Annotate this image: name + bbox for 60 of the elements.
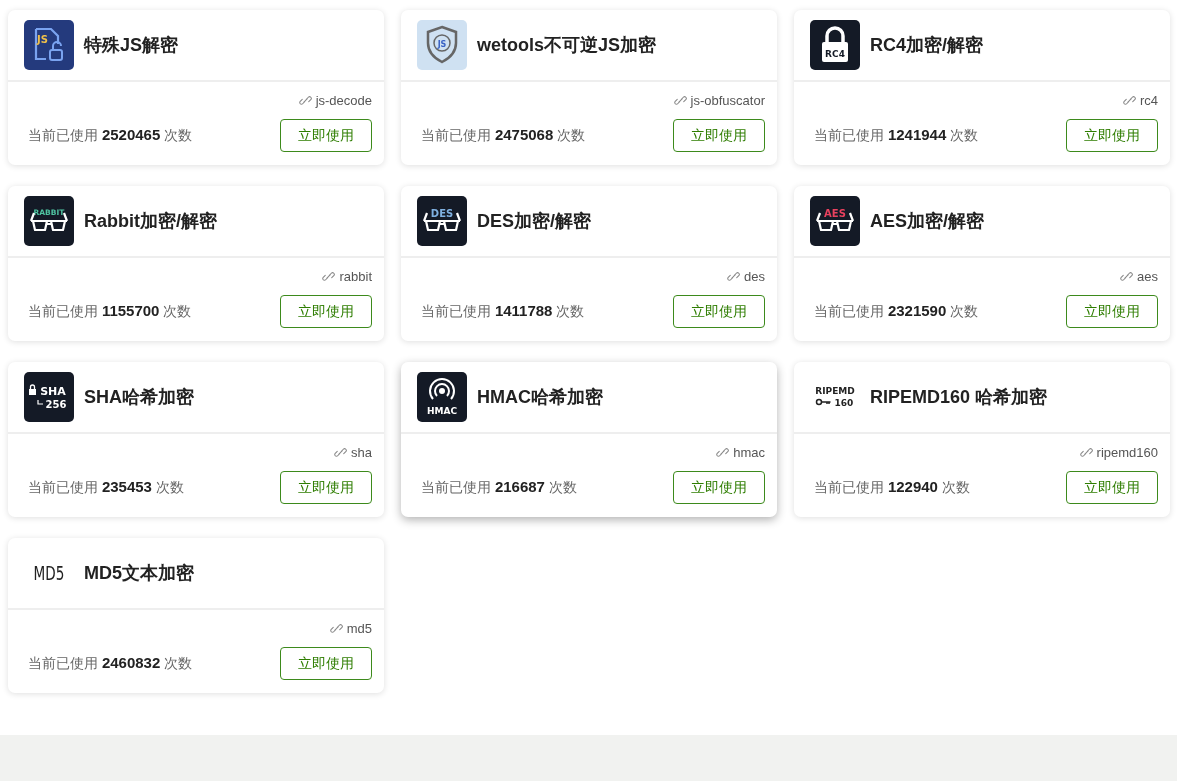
tool-slug: ripemd160 (1096, 444, 1158, 460)
tool-title: DES加密/解密 (477, 210, 591, 233)
tool-card[interactable]: RIPEMD 160 RIPEMD160 哈希加密 ripemd160 当前已使用 122940 次数 立即使用 (794, 362, 1170, 517)
icon-label: AES (824, 208, 846, 219)
tool-title: Rabbit加密/解密 (84, 210, 217, 233)
usage-count: 当前已使用 2321590 次数 (814, 302, 979, 321)
tool-slug: des (744, 268, 765, 284)
use-button[interactable]: 立即使用 (280, 471, 372, 504)
tool-card[interactable]: AES AES加密/解密 aes 当前已使用 2321590 次数 立即使用 (794, 186, 1170, 341)
tool-card[interactable]: JS 特殊JS解密 js-decode 当前已使用 2520465 次数 立即使用 (8, 10, 384, 165)
use-button[interactable]: 立即使用 (1066, 471, 1158, 504)
use-button[interactable]: 立即使用 (280, 647, 372, 680)
tool-title: wetools不可逆JS加密 (477, 34, 657, 57)
usage-count: 当前已使用 1241944 次数 (814, 126, 979, 145)
use-button[interactable]: 立即使用 (280, 119, 372, 152)
tool-title: RC4加密/解密 (870, 34, 983, 57)
icon-label: 160 (834, 398, 854, 408)
icon-label: RC4 (825, 49, 845, 59)
icon-label: DES (430, 208, 454, 219)
tool-card[interactable]: JS wetools不可逆JS加密 js-obfuscator 当前已使用 2475068 次数 立即使用 (401, 10, 777, 165)
use-button[interactable]: 立即使用 (1066, 295, 1158, 328)
icon-label: HMAC (426, 406, 458, 416)
tool-card[interactable]: MD5 MD5文本加密 md5 当前已使用 2460832 次数 立即使用 (8, 538, 384, 693)
use-button[interactable]: 立即使用 (673, 471, 765, 504)
icon-label: SHA (40, 385, 66, 398)
icon-label: MD5 (33, 562, 65, 585)
tool-title: MD5文本加密 (84, 562, 194, 585)
tool-title: AES加密/解密 (870, 210, 984, 233)
use-button[interactable]: 立即使用 (1066, 119, 1158, 152)
tool-title: HMAC哈希加密 (477, 386, 603, 409)
tool-card[interactable]: HMAC HMAC哈希加密 hmac 当前已使用 216687 次数 立即使用 (401, 362, 777, 517)
tool-slug: js-obfuscator (690, 92, 765, 108)
usage-count: 当前已使用 1155700 次数 (28, 302, 192, 321)
tool-card[interactable]: RC4 RC4加密/解密 rc4 当前已使用 1241944 次数 立即使用 (794, 10, 1170, 165)
icon-label: JS (437, 39, 447, 49)
icon-label: RIPEMD (815, 386, 855, 396)
use-button[interactable]: 立即使用 (673, 119, 765, 152)
usage-count: 当前已使用 2475068 次数 (421, 126, 586, 145)
tool-card[interactable]: DES DES加密/解密 des 当前已使用 1411788 次数 立即使用 (401, 186, 777, 341)
tool-slug: md5 (346, 620, 372, 636)
usage-count: 当前已使用 216687 次数 (421, 478, 577, 497)
usage-count: 当前已使用 235453 次数 (28, 478, 184, 497)
icon-label: 256 (45, 399, 67, 410)
tool-slug: rabbit (339, 268, 372, 284)
use-button[interactable]: 立即使用 (673, 295, 765, 328)
tool-title: RIPEMD160 哈希加密 (870, 386, 1048, 409)
use-button[interactable]: 立即使用 (280, 295, 372, 328)
tool-slug: sha (351, 444, 372, 460)
usage-count: 当前已使用 122940 次数 (814, 478, 970, 497)
tool-slug: hmac (733, 444, 765, 460)
tool-slug: aes (1137, 268, 1158, 284)
usage-count: 当前已使用 1411788 次数 (421, 302, 585, 321)
tool-title: 特殊JS解密 (84, 34, 179, 57)
usage-count: 当前已使用 2460832 次数 (28, 654, 193, 673)
icon-label: JS (37, 34, 48, 45)
tool-card[interactable]: SHA 256 SHA哈希加密 sha 当前已使用 235453 次数 立即使用 (8, 362, 384, 517)
usage-count: 当前已使用 2520465 次数 (28, 126, 193, 145)
tool-slug: rc4 (1139, 92, 1158, 108)
tool-title: SHA哈希加密 (84, 386, 194, 409)
tool-slug: js-decode (315, 92, 372, 108)
